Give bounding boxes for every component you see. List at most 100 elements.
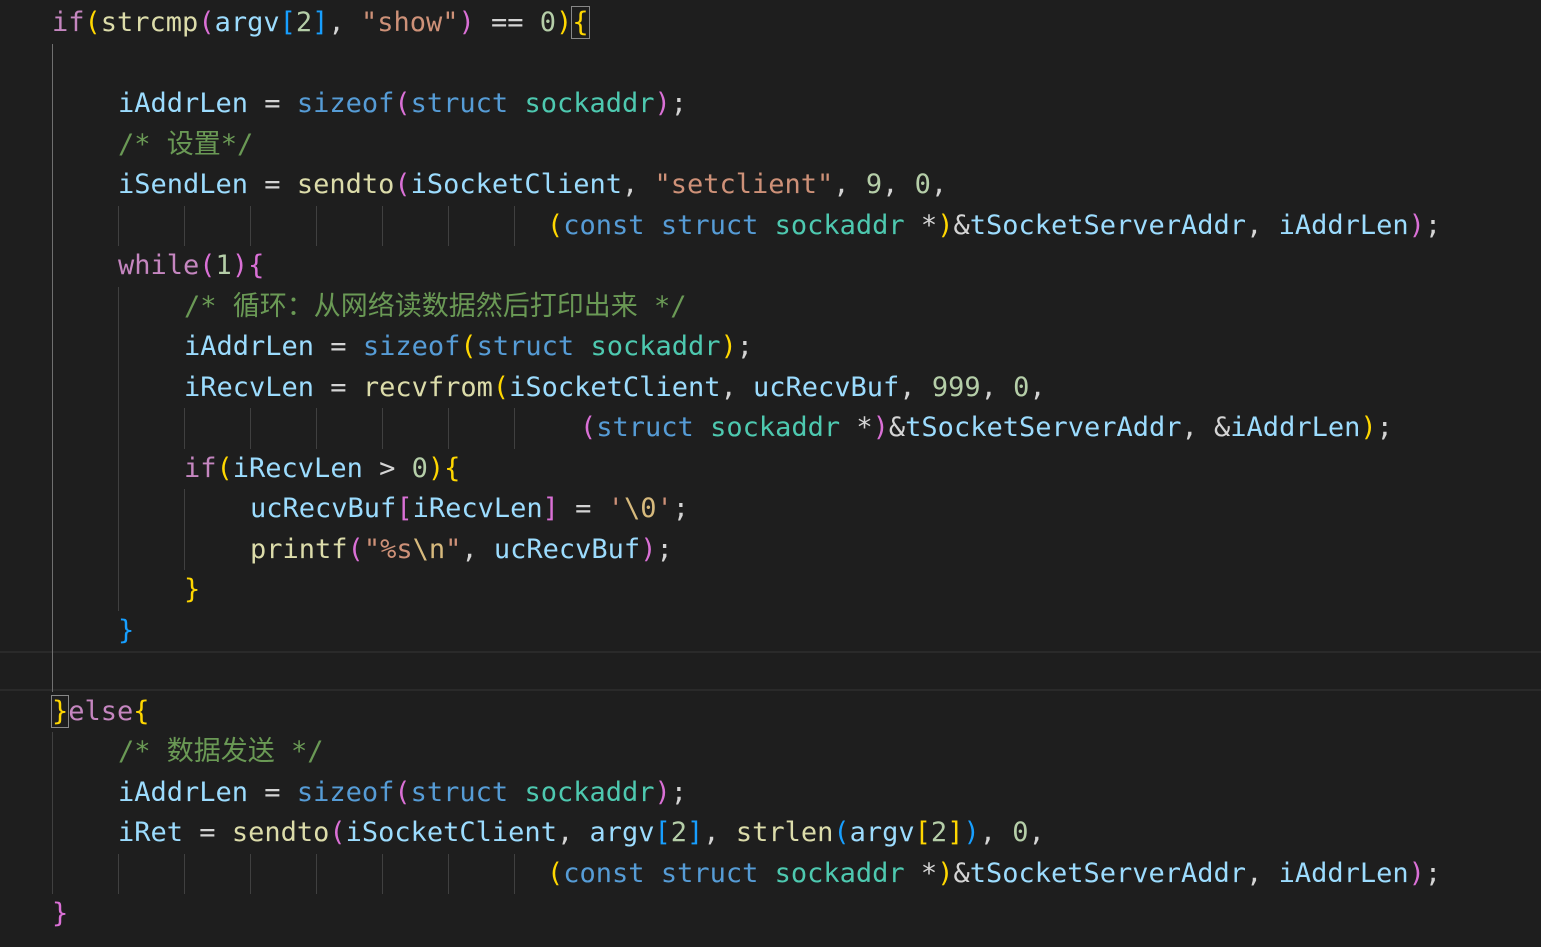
code-token: , [621, 169, 655, 200]
code-token: iSocketClient [509, 371, 721, 403]
code-line[interactable]: iAddrLen = sizeof(struct sockaddr); [184, 327, 753, 368]
code-token: * [840, 412, 873, 443]
code-token: iRet [118, 817, 184, 848]
code-line[interactable]: /* 循环：从网络读数据然后打印出来 */ [184, 287, 687, 328]
code-token: sendto [296, 169, 395, 200]
code-line[interactable]: (struct sockaddr *)&tSocketServerAddr, &… [580, 408, 1393, 449]
code-token: ucRecvBuf [752, 371, 900, 403]
code-token: ( [833, 817, 850, 848]
code-line[interactable]: iRet = sendto(iSocketClient, argv[2], st… [118, 813, 1045, 854]
code-token: /* 设置*/ [118, 128, 254, 160]
code-token: 0 [1013, 371, 1030, 403]
code-token: tSocketServerAddr [969, 209, 1247, 241]
code-token: ) [1408, 857, 1425, 889]
code-line[interactable]: (const struct sockaddr *)&tSocketServerA… [547, 854, 1441, 895]
code-line[interactable]: } [52, 894, 68, 935]
code-token: struct [476, 331, 575, 362]
code-line[interactable]: /* 设置*/ [118, 125, 253, 166]
code-token: ) [872, 412, 889, 443]
code-token: == [474, 7, 540, 38]
code-line[interactable]: iSendLen = sendto(iSocketClient, "setcli… [118, 165, 947, 206]
code-token: 0 [411, 452, 428, 484]
code-token: struct [596, 412, 694, 443]
indent-guide [184, 408, 185, 449]
code-token: sizeof [362, 331, 461, 362]
code-token: 999 [931, 371, 981, 403]
code-token: [ [279, 7, 296, 38]
code-line[interactable]: ucRecvBuf[iRecvLen] = '\0'; [250, 489, 689, 530]
code-token: ) [427, 452, 445, 484]
indent-guide [118, 853, 119, 894]
code-token: , [1028, 817, 1045, 848]
code-token: iRecvLen [412, 493, 543, 524]
code-token: ) [458, 7, 475, 38]
code-token: ] [312, 7, 329, 38]
code-token: ; [736, 331, 754, 362]
code-token: sizeof [296, 88, 395, 119]
code-editor[interactable]: if(strcmp(argv[2], "show") == 0){ iAddrLe… [0, 0, 1541, 947]
code-token: argv [849, 817, 915, 848]
code-token: ) [654, 776, 671, 808]
code-token: recvfrom [362, 371, 493, 403]
indent-guide [448, 205, 449, 246]
code-line[interactable]: (const struct sockaddr *)&tSocketServerA… [547, 206, 1441, 247]
code-token: iSocketClient [410, 169, 622, 200]
code-token: * [904, 857, 938, 889]
code-token: , [899, 371, 932, 403]
code-line[interactable]: iAddrLen = sizeof(struct sockaddr); [118, 773, 687, 814]
code-token: = [314, 331, 363, 362]
code-token: [ [914, 817, 931, 848]
code-token: , [1246, 209, 1279, 241]
code-line[interactable]: } [184, 570, 200, 611]
code-token: iAddrLen [1278, 857, 1409, 889]
code-token: sockaddr [774, 857, 905, 889]
code-token: ( [547, 209, 564, 241]
code-token: ; [670, 776, 688, 808]
code-token: "%s [363, 533, 413, 565]
code-line[interactable]: while(1){ [118, 246, 264, 287]
code-token: sockaddr [524, 776, 655, 808]
code-token: & [953, 209, 970, 241]
code-token: = [314, 371, 363, 403]
code-line[interactable]: } [118, 611, 134, 652]
code-line[interactable]: if(strcmp(argv[2], "show") == 0){ [52, 3, 590, 44]
code-line[interactable]: /* 数据发送 */ [118, 732, 324, 773]
code-token: ] [687, 817, 704, 848]
code-token: else [68, 695, 134, 727]
code-token: } [50, 694, 70, 728]
code-token: " [445, 533, 462, 565]
code-line[interactable]: iAddrLen = sizeof(struct sockaddr); [118, 84, 687, 125]
code-token: iSocketClient [345, 817, 557, 848]
code-token: sockaddr [774, 209, 905, 241]
code-token: printf [250, 533, 348, 565]
indent-guide [514, 408, 515, 449]
code-token: ( [198, 7, 215, 38]
code-token: , & [1181, 412, 1231, 443]
code-token: = [558, 493, 608, 524]
code-token: { [444, 452, 461, 484]
code-token: iRecvLen [232, 452, 363, 484]
code-token: , [882, 169, 915, 200]
code-token: 0 [914, 169, 931, 200]
code-line[interactable]: if(iRecvLen > 0){ [184, 449, 460, 490]
code-token: ( [580, 412, 597, 443]
code-token: = [248, 776, 297, 808]
code-token: ) [963, 817, 980, 848]
code-token: struct [410, 88, 509, 119]
code-token: ) [640, 533, 657, 565]
code-token: ) [720, 331, 737, 362]
indent-guide [184, 205, 185, 246]
code-token: 0 [1012, 817, 1029, 848]
code-line[interactable]: printf("%s\n", ucRecvBuf); [250, 530, 673, 571]
code-token: 0 [539, 7, 557, 38]
code-line[interactable]: iRecvLen = recvfrom(iSocketClient, ucRec… [184, 368, 1046, 409]
code-token: ( [347, 533, 364, 565]
indent-guide [250, 853, 251, 894]
code-token: , [703, 817, 736, 848]
code-line[interactable]: }else{ [50, 692, 150, 733]
